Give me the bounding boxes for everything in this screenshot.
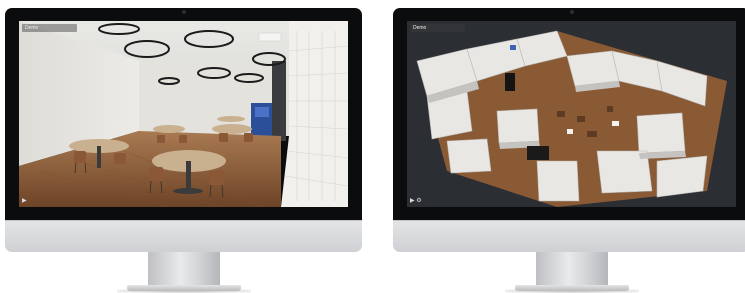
interior-scene [19, 21, 348, 207]
url-chip: Demo [22, 24, 77, 32]
camera-dot [181, 10, 186, 14]
url-chip: Demo [410, 24, 465, 32]
play-icon[interactable]: ▶ ⚙ [410, 197, 422, 204]
screen-dollhouse-model: Demo ▶ ⚙ [407, 21, 736, 207]
monitor-chin [393, 220, 745, 252]
screen-interior-photo: Demo ▶ [19, 21, 348, 207]
left-monitor: Demo ▶ [5, 8, 362, 293]
camera-dot [569, 10, 574, 14]
monitor-stand-neck [536, 252, 608, 286]
monitor-bezel: Demo ▶ ⚙ [393, 8, 745, 220]
play-icon[interactable]: ▶ [22, 197, 27, 204]
monitor-bezel: Demo ▶ [5, 8, 362, 220]
monitor-stand-neck [148, 252, 220, 286]
monitor-stand-foot [515, 285, 629, 291]
monitor-chin [5, 220, 362, 252]
monitor-stand-foot [127, 285, 241, 291]
right-monitor: Demo ▶ ⚙ [393, 8, 745, 293]
dollhouse-scene [407, 21, 736, 207]
